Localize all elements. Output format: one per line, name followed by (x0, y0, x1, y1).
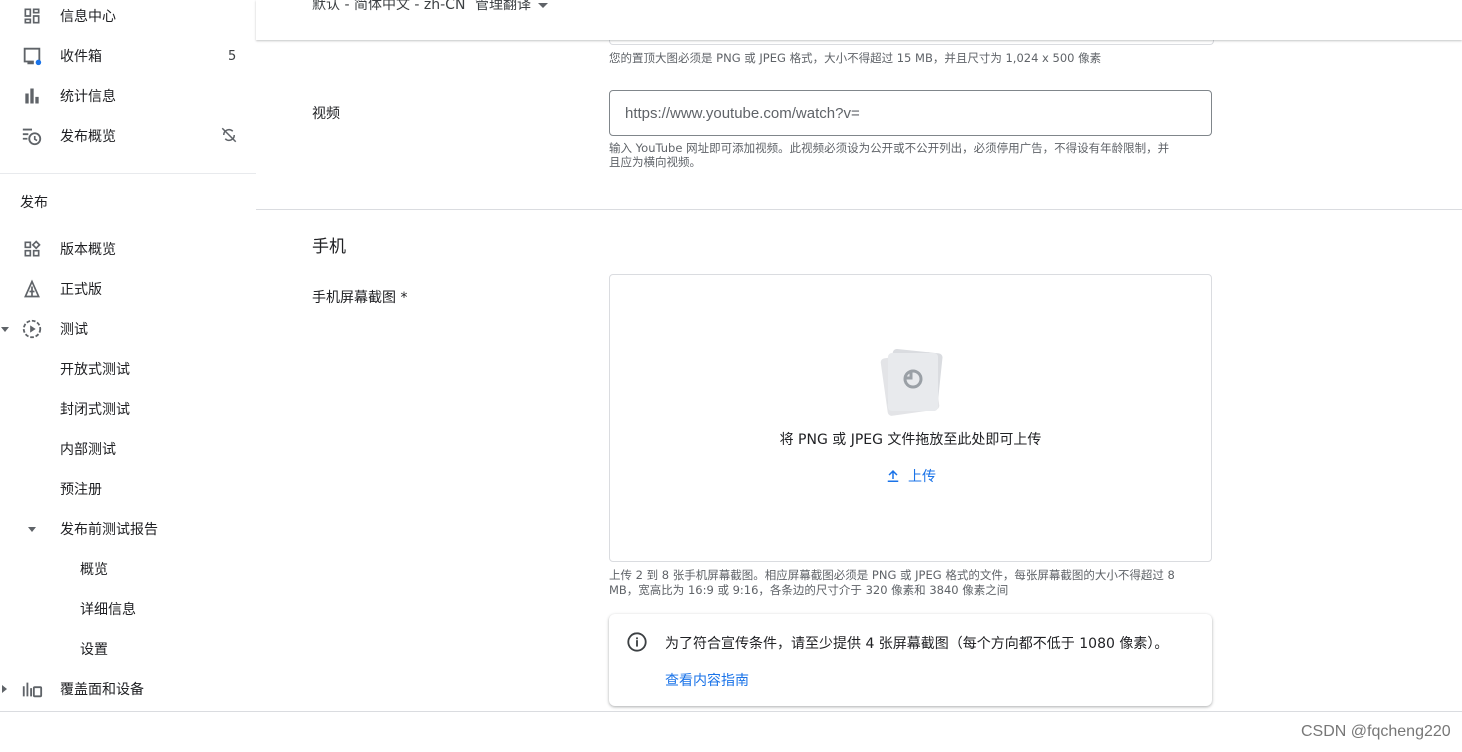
inbox-count-badge: 5 (228, 48, 237, 64)
bottom-divider (0, 711, 1462, 712)
top-bar: 默认 - 简体中文 - zh-CN 管理翻译 (256, 0, 1462, 40)
screenshots-helper-line1: 上传 2 到 8 张手机屏幕截图。相应屏幕截图必须是 PNG 或 JPEG 格式… (609, 568, 1175, 582)
sidebar-item-label: 发布概览 (60, 129, 116, 145)
testing-icon (20, 317, 44, 341)
video-helper-line2: 且应为横向视频。 (609, 155, 701, 169)
info-icon (626, 631, 648, 653)
info-text: 为了符合宣传条件，请至少提供 4 张屏幕截图（每个方向都不低于 1080 像素）… (665, 636, 1169, 652)
sidebar-item-label: 信息中心 (60, 9, 116, 25)
sidebar-item-label: 概览 (80, 562, 108, 578)
video-helper-line1: 输入 YouTube 网址即可添加视频。此视频必须设为公开或不公开列出，必须停用… (609, 141, 1170, 155)
sidebar-item-closed-testing[interactable]: 封闭式测试 (0, 389, 256, 429)
sidebar-item-label: 内部测试 (60, 442, 116, 458)
section-divider (256, 209, 1462, 210)
content-guidelines-link[interactable]: 查看内容指南 (665, 670, 749, 690)
sidebar-item-production[interactable]: 正式版 (0, 269, 256, 309)
chevron-down-icon[interactable] (26, 523, 38, 535)
publishing-overview-icon (20, 124, 44, 148)
default-language-label: 默认 - 简体中文 - zh-CN (312, 0, 466, 13)
chevron-right-icon[interactable] (0, 683, 11, 695)
sidebar-item-inbox[interactable]: 收件箱 5 (0, 36, 256, 76)
sidebar-item-open-testing[interactable]: 开放式测试 (0, 349, 256, 389)
inbox-icon (20, 44, 44, 68)
sidebar: 信息中心 收件箱 5 统计信息 发布概览 发布 版本概览 正式版 测试 开放式测… (0, 0, 256, 712)
sidebar-item-publishing-overview[interactable]: 发布概览 (0, 116, 256, 156)
sidebar-item-label: 预注册 (60, 482, 102, 498)
sidebar-item-report-settings[interactable]: 设置 (0, 629, 256, 669)
video-url-input[interactable] (609, 90, 1212, 136)
sidebar-item-label: 封闭式测试 (60, 402, 130, 418)
phone-section-title: 手机 (312, 237, 346, 257)
sidebar-item-testing[interactable]: 测试 (0, 309, 256, 349)
image-placeholder-icon (878, 347, 944, 419)
sidebar-item-internal-testing[interactable]: 内部测试 (0, 429, 256, 469)
sidebar-item-label: 设置 (80, 642, 108, 658)
phone-screenshots-label: 手机屏幕截图 * (312, 290, 408, 306)
feature-graphic-helper: 您的置顶大图必须是 PNG 或 JPEG 格式，大小不得超过 15 MB，并且尺… (609, 51, 1102, 65)
manage-translations-button[interactable]: 管理翻译 (475, 0, 531, 14)
bar-chart-icon (20, 84, 44, 108)
dropzone-text: 将 PNG 或 JPEG 文件拖放至此处即可上传 (779, 432, 1042, 448)
sidebar-item-label: 正式版 (60, 282, 102, 298)
managed-publishing-off-icon[interactable] (220, 126, 240, 146)
chevron-down-icon[interactable] (0, 323, 11, 335)
watermark-text: CSDN @fqcheng220 (1301, 723, 1451, 740)
promotion-info-card: 为了符合宣传条件，请至少提供 4 张屏幕截图（每个方向都不低于 1080 像素）… (609, 614, 1212, 706)
release-overview-icon (20, 237, 44, 261)
sidebar-item-label: 详细信息 (80, 602, 136, 618)
sidebar-item-label: 开放式测试 (60, 362, 130, 378)
sidebar-item-label: 版本概览 (60, 242, 116, 258)
sidebar-item-report-overview[interactable]: 概览 (0, 549, 256, 589)
production-icon (20, 277, 44, 301)
sidebar-section-label: 发布 (20, 195, 48, 211)
screenshot-dropzone[interactable]: 将 PNG 或 JPEG 文件拖放至此处即可上传 上传 (609, 274, 1212, 562)
reach-devices-icon (20, 677, 44, 701)
sidebar-item-label: 测试 (60, 322, 88, 338)
main-content: 您的置顶大图必须是 PNG 或 JPEG 格式，大小不得超过 15 MB，并且尺… (256, 0, 1462, 712)
sidebar-divider (0, 173, 256, 174)
sidebar-item-statistics[interactable]: 统计信息 (0, 76, 256, 116)
sidebar-item-release-overview[interactable]: 版本概览 (0, 229, 256, 269)
screenshots-helper-line2: MB，宽高比为 16:9 或 9:16，各条边的尺寸介于 320 像素和 384… (609, 583, 1009, 597)
dashboard-icon (20, 4, 44, 28)
sidebar-item-report-details[interactable]: 详细信息 (0, 589, 256, 629)
upload-button[interactable]: 上传 (884, 465, 936, 487)
sidebar-item-pre-launch-report[interactable]: 发布前测试报告 (0, 509, 256, 549)
sidebar-item-dashboard[interactable]: 信息中心 (0, 0, 256, 36)
sidebar-item-reach-devices[interactable]: 覆盖面和设备 (0, 669, 256, 709)
sidebar-item-pre-registration[interactable]: 预注册 (0, 469, 256, 509)
dropdown-caret-icon[interactable] (538, 3, 548, 8)
upload-icon (887, 470, 899, 482)
sidebar-item-label: 覆盖面和设备 (60, 682, 144, 698)
video-label: 视频 (312, 106, 340, 122)
upload-label: 上传 (908, 469, 936, 485)
sidebar-item-label: 发布前测试报告 (60, 522, 158, 538)
sidebar-item-label: 统计信息 (60, 89, 116, 105)
sidebar-item-label: 收件箱 (60, 49, 102, 65)
